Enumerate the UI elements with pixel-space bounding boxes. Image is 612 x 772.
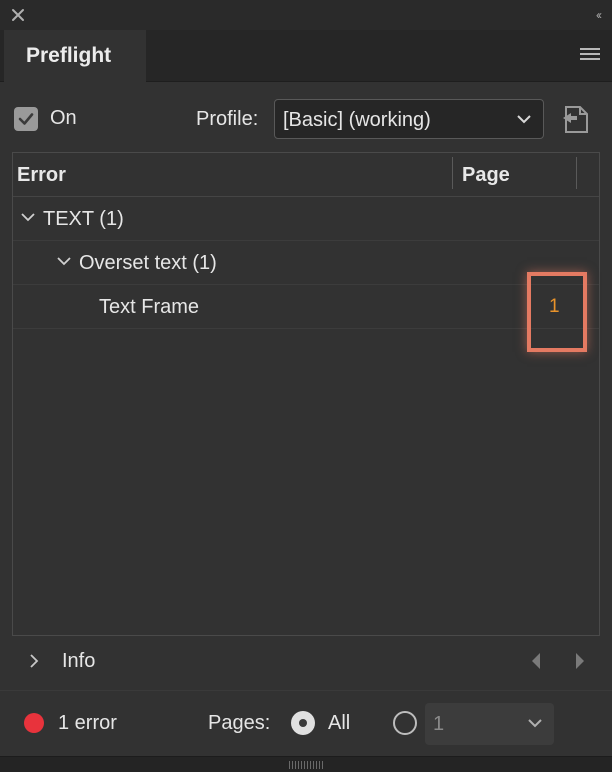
profile-dropdown[interactable]: [Basic] (working): [274, 99, 544, 139]
row-label: TEXT (1): [43, 208, 124, 230]
resize-grip-icon[interactable]: [289, 761, 325, 769]
error-table: Error Page TEXT (1) Overset text (1) Tex…: [12, 152, 600, 636]
column-header-error[interactable]: Error: [17, 164, 66, 187]
info-section: Info: [0, 640, 612, 684]
profile-value: [Basic] (working): [283, 109, 431, 131]
panel-menu-icon[interactable]: [580, 48, 600, 62]
chevron-down-icon: [528, 719, 542, 728]
resize-bar: [0, 756, 612, 772]
row-label: Overset text (1): [79, 252, 217, 274]
error-count[interactable]: 1 error: [58, 712, 117, 735]
all-pages-radio[interactable]: [291, 711, 315, 735]
chevron-down-icon: [517, 115, 531, 124]
panel-titlebar: ‹‹: [0, 0, 612, 30]
column-divider[interactable]: [452, 157, 453, 189]
pages-label: Pages:: [208, 712, 271, 734]
page-range-value: 1: [433, 713, 445, 735]
info-label[interactable]: Info: [62, 650, 95, 673]
page-number-highlight: [527, 272, 587, 352]
chevron-right-icon[interactable]: [30, 654, 39, 668]
tab-bar: Preflight: [0, 30, 612, 82]
chevron-down-icon[interactable]: [57, 257, 71, 266]
next-icon[interactable]: [574, 652, 586, 670]
profile-label: Profile:: [196, 108, 259, 130]
page-range-radio[interactable]: [393, 711, 417, 735]
column-divider[interactable]: [576, 157, 577, 189]
define-profiles-icon[interactable]: [560, 102, 592, 136]
column-header-page[interactable]: Page: [462, 164, 510, 187]
on-label: On: [50, 107, 77, 129]
close-icon[interactable]: [9, 6, 27, 24]
tab-preflight[interactable]: Preflight: [4, 30, 146, 82]
row-label: Text Frame: [99, 296, 200, 318]
table-row[interactable]: TEXT (1): [13, 197, 599, 241]
previous-icon[interactable]: [530, 652, 542, 670]
checkmark-icon: [18, 113, 34, 125]
page-range-dropdown[interactable]: 1: [425, 703, 554, 745]
table-header: Error Page: [13, 153, 599, 197]
table-row[interactable]: Overset text (1): [13, 241, 599, 285]
tab-preflight-label: Preflight: [26, 44, 112, 67]
preflight-toolbar: On Profile: [Basic] (working): [0, 96, 612, 142]
on-checkbox[interactable]: [14, 107, 38, 131]
table-row[interactable]: Text Frame 1: [13, 285, 599, 329]
all-pages-label: All: [328, 712, 351, 734]
collapse-panel-icon[interactable]: ‹‹: [596, 8, 602, 22]
chevron-down-icon[interactable]: [21, 213, 35, 222]
error-status-icon: [24, 713, 44, 733]
status-bar: 1 error Pages: All 1: [0, 690, 612, 756]
